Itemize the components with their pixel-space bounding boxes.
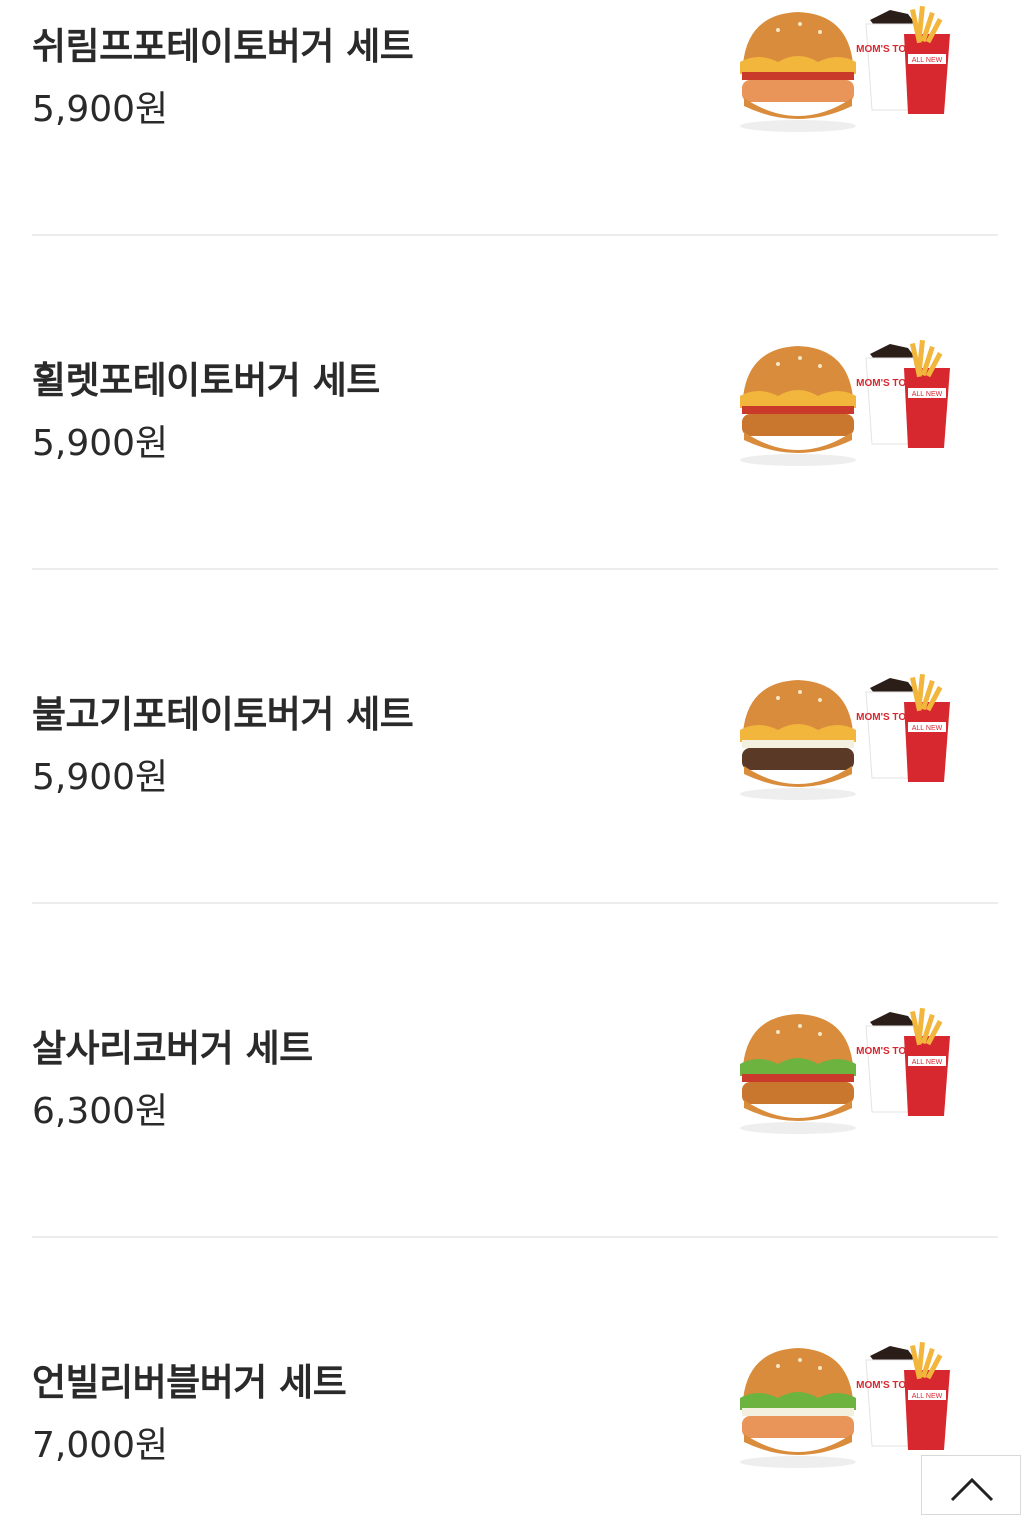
menu-item-name: 살사리코버거 세트 — [32, 1027, 313, 1070]
menu-item-name: 언빌리버블버거 세트 — [32, 1361, 347, 1404]
menu-item-price: 6,300원 — [32, 1091, 169, 1132]
divider — [32, 1236, 998, 1238]
scroll-to-top-button[interactable] — [921, 1455, 1021, 1515]
fries-box-label: ALL NEW — [912, 725, 943, 732]
menu-item-price: 5,900원 — [32, 89, 169, 130]
menu-item-price: 5,900원 — [32, 757, 169, 798]
fries-box-label: ALL NEW — [912, 1059, 943, 1066]
menu-item[interactable]: 쉬림프포테이토버거 세트 5,900원 MOM'S TOUCH ALL NEW — [32, 0, 998, 334]
set-meal-image: MOM'S TOUCH ALL NEW — [740, 674, 950, 800]
set-meal-image: MOM'S TOUCH ALL NEW — [740, 6, 950, 132]
chevron-up-icon — [950, 1477, 994, 1502]
fries-box-label: ALL NEW — [912, 391, 943, 398]
menu-item-price: 5,900원 — [32, 423, 169, 464]
fries-box-label: ALL NEW — [912, 57, 943, 64]
menu-item-price: 7,000원 — [32, 1425, 169, 1466]
menu-item[interactable]: 불고기포테이토버거 세트 5,900원 MOM'S TOUCH ALL NEW — [32, 668, 998, 1002]
divider — [32, 902, 998, 904]
menu-item-name: 휠렛포테이토버거 세트 — [32, 359, 380, 402]
set-meal-image: MOM'S TOUCH ALL NEW — [740, 1342, 950, 1468]
set-meal-image: MOM'S TOUCH ALL NEW — [740, 1008, 950, 1134]
menu-item[interactable]: 언빌리버블버거 세트 7,000원 MOM'S TOUCH ALL NEW — [32, 1336, 998, 1504]
menu-item[interactable]: 살사리코버거 세트 6,300원 MOM'S TOUCH ALL NEW — [32, 1002, 998, 1336]
menu-item[interactable]: 휠렛포테이토버거 세트 5,900원 MOM'S TOUCH ALL NEW — [32, 334, 998, 668]
set-meal-image: MOM'S TOUCH ALL NEW — [740, 340, 950, 466]
divider — [32, 568, 998, 570]
menu-list: 쉬림프포테이토버거 세트 5,900원 MOM'S TOUCH ALL NEW … — [0, 0, 1036, 1504]
fries-box-label: ALL NEW — [912, 1393, 943, 1400]
divider — [32, 234, 998, 236]
menu-item-name: 쉬림프포테이토버거 세트 — [32, 25, 414, 68]
menu-item-name: 불고기포테이토버거 세트 — [32, 693, 414, 736]
